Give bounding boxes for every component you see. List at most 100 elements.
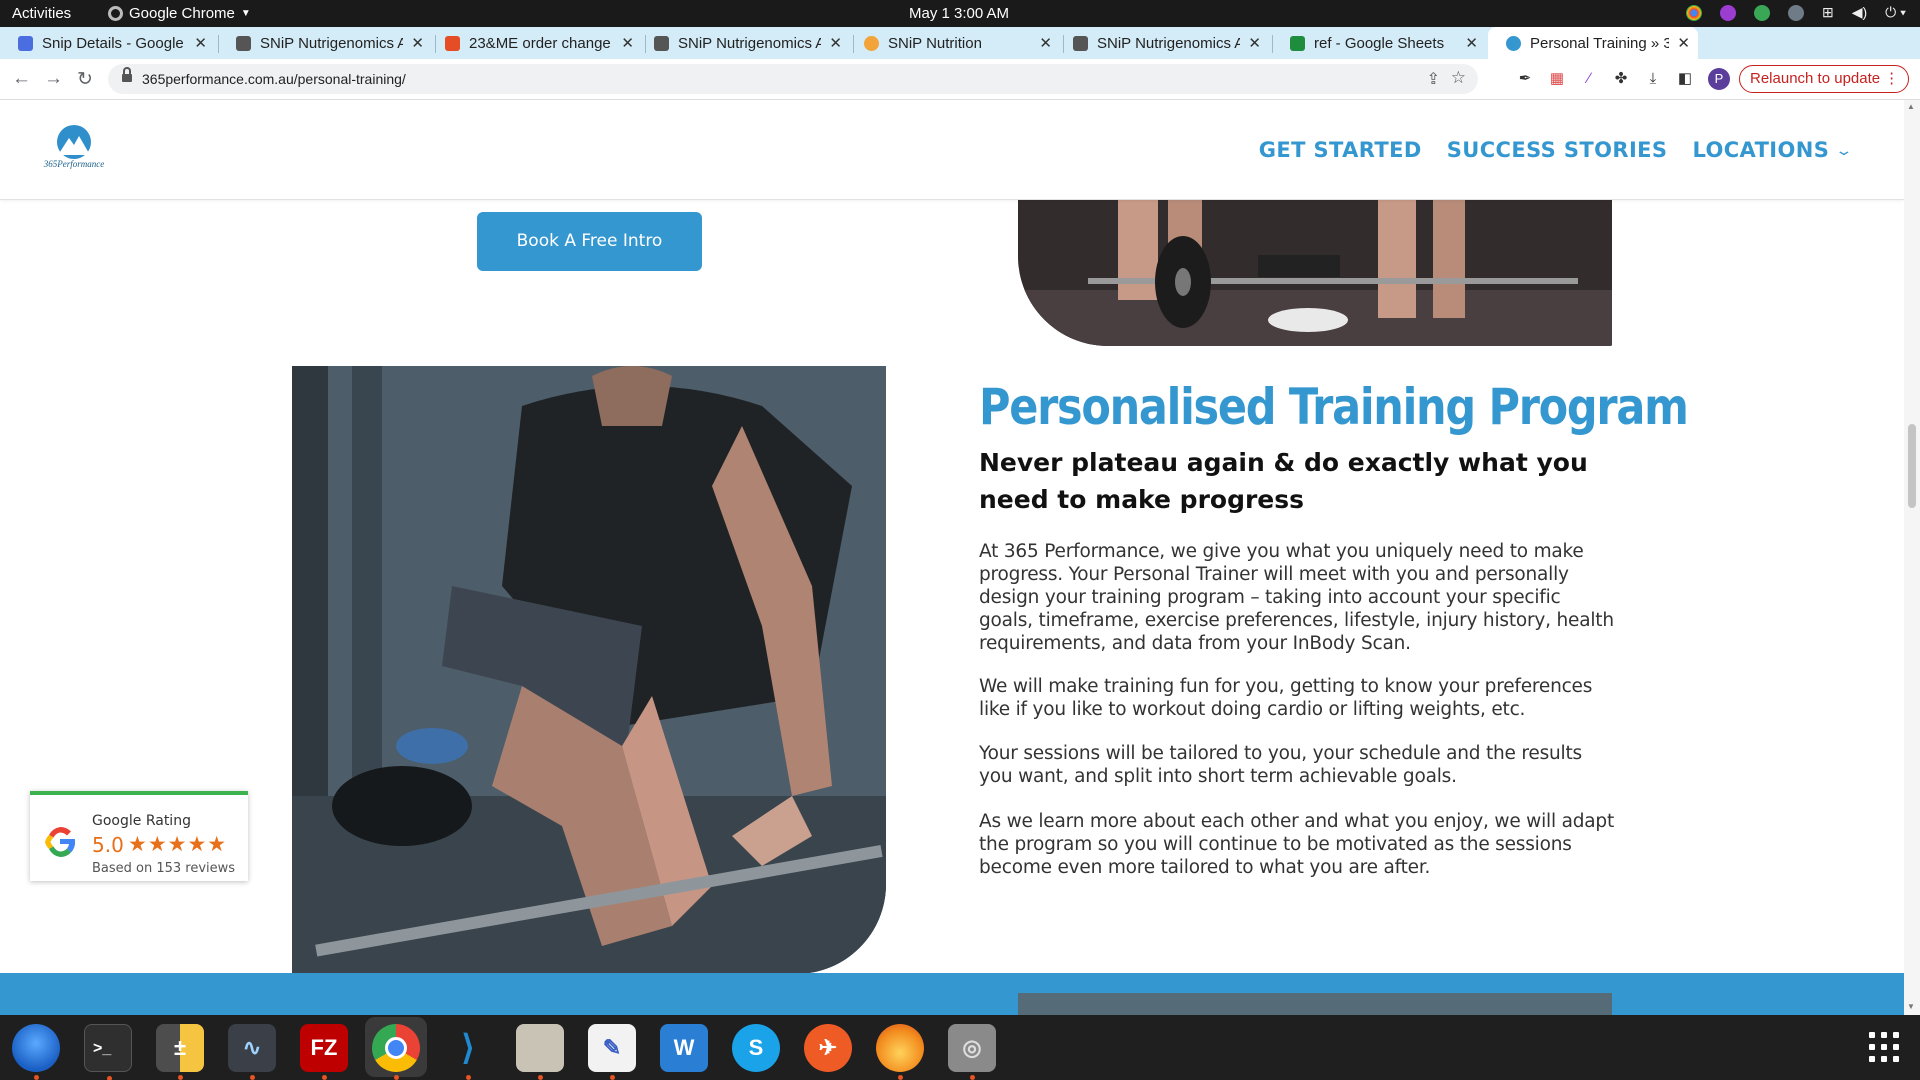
deadlift-athlete-photo-art [292, 366, 886, 974]
thunderbird-dock-icon[interactable] [12, 1024, 60, 1080]
nav-get-started[interactable]: GET STARTED [1259, 138, 1422, 162]
calendar-extension-icon[interactable]: ▦ [1548, 70, 1566, 88]
close-icon[interactable]: ✕ [829, 34, 842, 52]
google-rating-widget[interactable]: Google Rating 5.0 ★★★★★ Based on 153 rev… [30, 791, 248, 881]
relaunch-to-update-button[interactable]: Relaunch to update ⋮ [1739, 65, 1910, 93]
clock[interactable]: May 1 3:00 AM [909, 5, 1009, 22]
close-icon[interactable]: ✕ [194, 34, 207, 52]
close-icon[interactable]: ✕ [621, 34, 634, 52]
program-paragraph-1: At 365 Performance, we give you what you… [979, 541, 1614, 654]
browser-toolbar: ← → ↻ 365performance.com.au/personal-tra… [0, 59, 1920, 100]
puzzle-extensions-icon[interactable]: ✤ [1612, 70, 1630, 88]
system-monitor-dock-icon[interactable]: ∿ [228, 1024, 276, 1080]
deadlift-legs-photo-art [1018, 200, 1612, 346]
close-icon[interactable]: ✕ [1465, 34, 1478, 52]
program-subtitle: Never plateau again & do exactly what yo… [979, 448, 1588, 514]
gitlab-icon [445, 35, 460, 51]
main-nav: GET STARTED SUCCESS STORIES LOCATIONS ⌄ [1259, 138, 1854, 162]
network-icon[interactable]: ⊞ [1822, 4, 1834, 21]
skype-dock-icon[interactable]: S [732, 1024, 780, 1072]
next-section-photo [1018, 993, 1612, 1015]
tab-label: Snip Details - Google D [42, 34, 187, 52]
tab-label: SNiP Nutrition [888, 34, 982, 52]
relaunch-label: Relaunch to update [1750, 70, 1881, 87]
files-dock-icon[interactable] [516, 1024, 564, 1080]
reload-icon[interactable]: ↻ [77, 68, 93, 91]
tab-snip-nutrition[interactable]: SNiP Nutrition ✕ [846, 27, 1060, 59]
deadlift-athlete-photo [292, 366, 886, 974]
tab-snip-nutrigenomics-1[interactable]: SNiP Nutrigenomics Ana ✕ [218, 27, 432, 59]
share-icon[interactable]: ⇪ [1427, 69, 1440, 89]
app-tray-icon[interactable] [1787, 4, 1804, 21]
postman-dock-icon[interactable]: ✈ [804, 1024, 852, 1072]
close-icon[interactable]: ✕ [1039, 34, 1052, 52]
rating-score: 5.0 [92, 833, 124, 857]
app-menu[interactable]: Google Chrome ▼ [108, 5, 251, 22]
next-section-band [0, 973, 1904, 1015]
forward-arrow-icon[interactable]: → [44, 68, 63, 90]
filezilla-dock-icon[interactable]: FZ [300, 1024, 348, 1080]
show-applications-grid-icon[interactable] [1869, 1032, 1901, 1064]
scroll-up-arrow-icon[interactable]: ▲ [1907, 102, 1915, 111]
caret-down-icon: ▼ [240, 8, 251, 19]
book-free-intro-button[interactable]: Book A Free Intro [477, 212, 702, 271]
site-logo[interactable]: 365Performance [38, 125, 110, 175]
snip-favicon-icon [236, 35, 251, 51]
rating-review-count: Based on 153 reviews [92, 861, 236, 876]
pen-extension-icon[interactable]: ∕ [1580, 70, 1598, 88]
system-top-bar: Activities Google Chrome ▼ May 1 3:00 AM… [0, 0, 1920, 27]
url-text[interactable]: 365performance.com.au/personal-training/ [142, 71, 406, 87]
365-performance-favicon-icon [1506, 35, 1521, 51]
update-tray-icon[interactable] [1753, 4, 1770, 21]
back-arrow-icon[interactable]: ← [12, 68, 31, 90]
system-tray[interactable]: ⊞ ◀) ⏻ ▾ [1685, 4, 1906, 21]
snip-favicon-icon [654, 35, 669, 51]
rating-stars: ★★★★★ [128, 833, 228, 856]
tab-label: SNiP Nutrigenomics Ana [1097, 34, 1241, 52]
page-viewport: 365Performance GET STARTED SUCCESS STORI… [0, 100, 1920, 1015]
profile-avatar[interactable]: P [1708, 68, 1730, 90]
nav-locations[interactable]: LOCATIONS [1692, 138, 1829, 162]
tab-personal-training[interactable]: Personal Training » 365 ✕ [1488, 27, 1698, 59]
program-title: Personalised Training Program [979, 378, 1689, 436]
close-icon[interactable]: ✕ [1677, 34, 1690, 52]
tab-snip-nutrigenomics-3[interactable]: SNiP Nutrigenomics Ana ✕ [1055, 27, 1269, 59]
chrome-tray-icon[interactable] [1685, 4, 1702, 21]
scrollbar-thumb[interactable] [1908, 424, 1916, 508]
terminal-dock-icon[interactable]: >_ [84, 1024, 132, 1080]
google-g-icon [45, 826, 75, 858]
tab-23andme-order[interactable]: 23&ME order change ✕ [427, 27, 642, 59]
bookmark-star-icon[interactable]: ☆ [1451, 68, 1466, 88]
scroll-down-arrow-icon[interactable]: ▼ [1907, 1002, 1915, 1011]
chevron-down-icon[interactable]: ⌄ [1835, 142, 1854, 159]
activities-button[interactable]: Activities [12, 5, 71, 22]
address-bar[interactable]: 365performance.com.au/personal-training/… [108, 64, 1478, 94]
tab-snip-nutrigenomics-2[interactable]: SNiP Nutrigenomics Ana ✕ [636, 27, 850, 59]
lock-icon[interactable] [122, 67, 132, 84]
vscode-dock-icon[interactable]: ⟩ [444, 1024, 492, 1080]
download-icon[interactable]: ⤓ [1644, 70, 1662, 88]
page-scrollbar[interactable]: ▲ ▼ [1904, 100, 1920, 1015]
calculator-dock-icon[interactable]: ± [156, 1024, 204, 1080]
eyedropper-icon[interactable]: ✒ [1516, 70, 1534, 88]
mountain-logo-icon [57, 125, 91, 159]
extension-tray-icon[interactable] [1719, 4, 1736, 21]
chrome-app-icon [108, 6, 123, 21]
tab-ref-google-sheets[interactable]: ref - Google Sheets ✕ [1272, 27, 1486, 59]
disks-dock-icon[interactable]: ◎ [948, 1024, 996, 1080]
rating-label: Google Rating [92, 813, 191, 829]
close-icon[interactable]: ✕ [411, 34, 424, 52]
snip-nutrition-icon [864, 35, 879, 51]
firefox-dock-icon[interactable] [876, 1024, 924, 1080]
volume-icon[interactable]: ◀) [1852, 4, 1867, 21]
taskbar-dock: >_ ± ∿ FZ ⟩ ✎ W S ✈ ◎ [0, 1015, 1920, 1080]
chrome-dock-icon[interactable] [372, 1024, 420, 1080]
libreoffice-writer-dock-icon[interactable]: W [660, 1024, 708, 1072]
extensions-area: ✒ ▦ ∕ ✤ ⤓ ◧ P [1516, 68, 1730, 90]
tab-snip-details[interactable]: Snip Details - Google D ✕ [0, 27, 215, 59]
nav-success-stories[interactable]: SUCCESS STORIES [1447, 138, 1668, 162]
close-icon[interactable]: ✕ [1248, 34, 1261, 52]
text-editor-dock-icon[interactable]: ✎ [588, 1024, 636, 1080]
side-panel-icon[interactable]: ◧ [1676, 70, 1694, 88]
power-icon[interactable]: ⏻ ▾ [1885, 4, 1906, 21]
